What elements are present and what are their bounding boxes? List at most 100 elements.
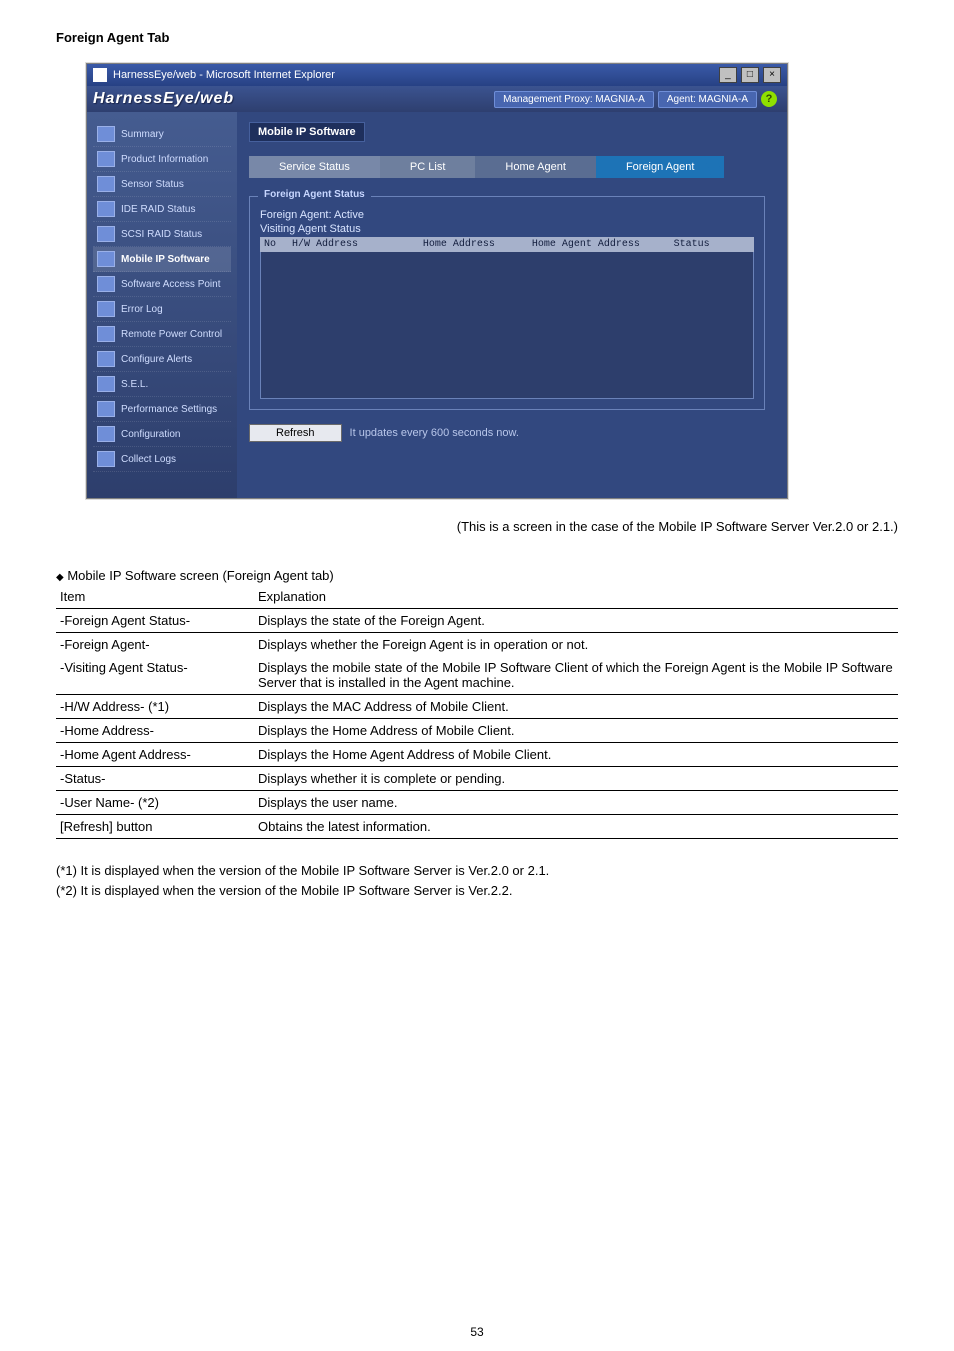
- sidebar-item-collect-logs[interactable]: Collect Logs: [93, 447, 231, 472]
- tab-pc-list[interactable]: PC List: [380, 156, 475, 178]
- sidebar-item-icon: [97, 426, 115, 442]
- sidebar-item-error-log[interactable]: Error Log: [93, 297, 231, 322]
- caption: (This is a screen in the case of the Mob…: [56, 519, 898, 534]
- refresh-button[interactable]: Refresh: [249, 424, 342, 442]
- row-explanation: Displays the user name.: [254, 791, 898, 815]
- main-panel: Mobile IP Software Service Status PC Lis…: [237, 112, 787, 498]
- tab-home-agent[interactable]: Home Agent: [475, 156, 596, 178]
- refresh-note: It updates every 600 seconds now.: [350, 427, 519, 439]
- table-row: -Status-Displays whether it is complete …: [56, 767, 898, 791]
- row-explanation: Obtains the latest information.: [254, 815, 898, 839]
- sidebar-item-label: Sensor Status: [121, 179, 184, 190]
- footnote-2: (*2) It is displayed when the version of…: [56, 881, 898, 901]
- visiting-agent-row: Visiting Agent Status: [260, 223, 754, 235]
- row-explanation: Displays the Home Agent Address of Mobil…: [254, 743, 898, 767]
- explanation-table-title: ◆ Mobile IP Software screen (Foreign Age…: [56, 568, 898, 583]
- minimize-icon[interactable]: _: [719, 67, 737, 83]
- sidebar-item-icon: [97, 301, 115, 317]
- brand-logo: HarnessEye/web: [93, 90, 234, 108]
- sidebar-item-ide-raid-status[interactable]: IDE RAID Status: [93, 197, 231, 222]
- sidebar-item-icon: [97, 376, 115, 392]
- sidebar-item-icon: [97, 201, 115, 217]
- sidebar-item-label: Performance Settings: [121, 404, 217, 415]
- mgmt-proxy-badge: Management Proxy: MAGNIA-A: [494, 91, 654, 108]
- table-row: -Foreign Agent-Displays whether the Fore…: [56, 633, 898, 657]
- row-item: -Foreign Agent Status-: [56, 609, 254, 633]
- sidebar-item-icon: [97, 451, 115, 467]
- table-row: -H/W Address- (*1)Displays the MAC Addre…: [56, 695, 898, 719]
- sidebar-item-sensor-status[interactable]: Sensor Status: [93, 172, 231, 197]
- sidebar-item-product-information[interactable]: Product Information: [93, 147, 231, 172]
- table-row: [Refresh] buttonObtains the latest infor…: [56, 815, 898, 839]
- table-row: -Visiting Agent Status-Displays the mobi…: [56, 656, 898, 695]
- table-row: -Foreign Agent Status-Displays the state…: [56, 609, 898, 633]
- sidebar-item-summary[interactable]: Summary: [93, 122, 231, 147]
- sidebar-item-label: Software Access Point: [121, 279, 221, 290]
- col-home-agent-addr: Home Agent Address: [532, 239, 674, 250]
- sidebar-item-icon: [97, 276, 115, 292]
- row-explanation: Displays the Home Address of Mobile Clie…: [254, 719, 898, 743]
- sidebar-item-remote-power-control[interactable]: Remote Power Control: [93, 322, 231, 347]
- sidebar-item-icon: [97, 326, 115, 342]
- sidebar-item-icon: [97, 176, 115, 192]
- window-controls[interactable]: _ □ ×: [718, 67, 781, 83]
- row-explanation: Displays the state of the Foreign Agent.: [254, 609, 898, 633]
- explanation-table: Item Explanation -Foreign Agent Status-D…: [56, 585, 898, 839]
- row-item: -Status-: [56, 767, 254, 791]
- row-explanation: Displays whether the Foreign Agent is in…: [254, 633, 898, 657]
- row-item: [Refresh] button: [56, 815, 254, 839]
- agent-badge: Agent: MAGNIA-A: [658, 91, 757, 108]
- sidebar-item-label: IDE RAID Status: [121, 204, 195, 215]
- sidebar-item-mobile-ip-software[interactable]: Mobile IP Software: [93, 247, 231, 272]
- sidebar-item-icon: [97, 126, 115, 142]
- sidebar-item-s-e-l-[interactable]: S.E.L.: [93, 372, 231, 397]
- page-heading: Foreign Agent Tab: [56, 30, 898, 45]
- sidebar-item-icon: [97, 226, 115, 242]
- col-explanation: Explanation: [254, 585, 898, 609]
- sidebar-item-performance-settings[interactable]: Performance Settings: [93, 397, 231, 422]
- panel-title: Mobile IP Software: [249, 122, 365, 142]
- close-icon[interactable]: ×: [763, 67, 781, 83]
- sidebar-item-label: Configure Alerts: [121, 354, 192, 365]
- ie-icon: [93, 68, 107, 82]
- col-hw: H/W Address: [292, 239, 423, 250]
- screenshot-window: HarnessEye/web - Microsoft Internet Expl…: [86, 63, 788, 499]
- row-explanation: Displays the mobile state of the Mobile …: [254, 656, 898, 695]
- row-item: -User Name- (*2): [56, 791, 254, 815]
- sidebar-item-software-access-point[interactable]: Software Access Point: [93, 272, 231, 297]
- tabs: Service Status PC List Home Agent Foreig…: [249, 156, 765, 178]
- window-title: HarnessEye/web - Microsoft Internet Expl…: [113, 69, 335, 81]
- sidebar-item-configure-alerts[interactable]: Configure Alerts: [93, 347, 231, 372]
- row-explanation: Displays whether it is complete or pendi…: [254, 767, 898, 791]
- group-title: Foreign Agent Status: [258, 189, 371, 200]
- sidebar-item-scsi-raid-status[interactable]: SCSI RAID Status: [93, 222, 231, 247]
- sidebar-item-label: Summary: [121, 129, 164, 140]
- window-titlebar: HarnessEye/web - Microsoft Internet Expl…: [87, 64, 787, 86]
- col-status: Status: [674, 239, 750, 250]
- help-icon[interactable]: ?: [761, 91, 777, 107]
- sidebar-item-label: S.E.L.: [121, 379, 148, 390]
- row-item: -Foreign Agent-: [56, 633, 254, 657]
- col-item: Item: [56, 585, 254, 609]
- tab-foreign-agent[interactable]: Foreign Agent: [596, 156, 725, 178]
- footnotes: (*1) It is displayed when the version of…: [56, 861, 898, 900]
- sidebar-item-label: Collect Logs: [121, 454, 176, 465]
- sidebar-item-label: SCSI RAID Status: [121, 229, 202, 240]
- row-explanation: Displays the MAC Address of Mobile Clien…: [254, 695, 898, 719]
- sidebar-item-icon: [97, 351, 115, 367]
- sidebar-item-configuration[interactable]: Configuration: [93, 422, 231, 447]
- table-row: -Home Address-Displays the Home Address …: [56, 719, 898, 743]
- page-number: 53: [470, 1325, 483, 1339]
- row-item: -Home Address-: [56, 719, 254, 743]
- sidebar-item-icon: [97, 251, 115, 267]
- col-no: No: [264, 239, 292, 250]
- sidebar-item-icon: [97, 151, 115, 167]
- sidebar: Summary Product Information Sensor Status I…: [87, 112, 237, 498]
- footnote-1: (*1) It is displayed when the version of…: [56, 861, 898, 881]
- tab-service-status[interactable]: Service Status: [249, 156, 380, 178]
- col-home-addr: Home Address: [423, 239, 532, 250]
- row-item: -H/W Address- (*1): [56, 695, 254, 719]
- maximize-icon[interactable]: □: [741, 67, 759, 83]
- table-row: -User Name- (*2)Displays the user name.: [56, 791, 898, 815]
- table-header-row: No H/W Address Home Address Home Agent A…: [260, 237, 754, 252]
